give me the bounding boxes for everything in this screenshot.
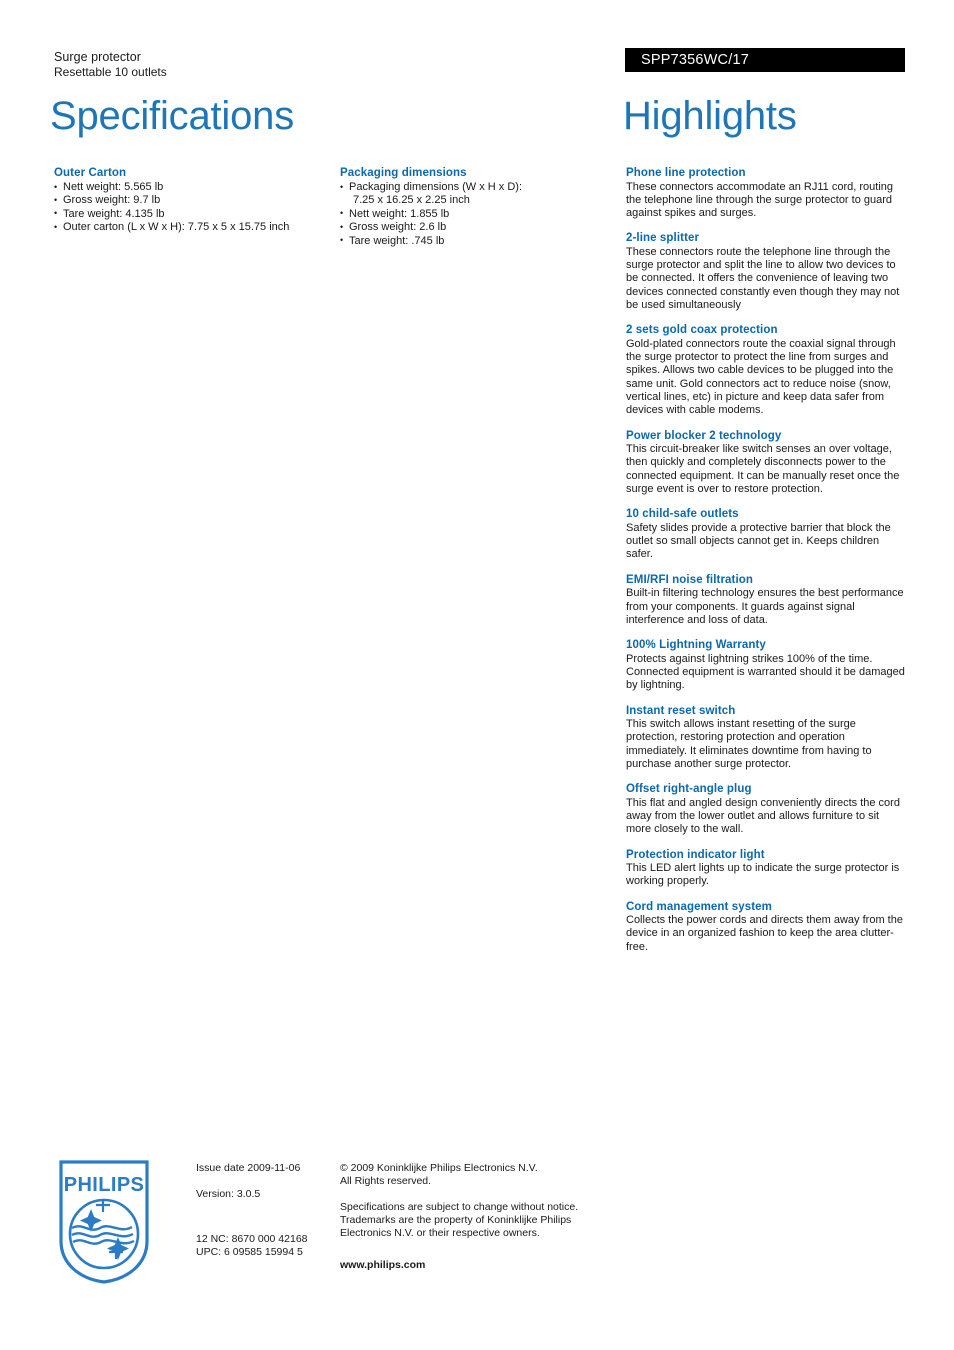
issue-date: Issue date 2009-11-06 xyxy=(196,1162,301,1174)
list-item: Tare weight: 4.135 lb xyxy=(54,207,324,221)
highlight-heading: EMI/RFI noise filtration xyxy=(626,573,753,586)
list-item: Gross weight: 9.7 lb xyxy=(54,194,324,208)
copyright-line-2: All Rights reserved. xyxy=(340,1175,432,1187)
highlight-2-line-splitter: 2-line splitter These connectors route t… xyxy=(626,231,906,312)
product-code-bar: SPP7356WC/17 xyxy=(625,48,905,72)
list-item: Packaging dimensions (W x H x D): 7.25 x… xyxy=(340,181,610,208)
highlight-body: These connectors accommodate an RJ11 cor… xyxy=(626,180,893,220)
highlight-protection-indicator-light: Protection indicator light This LED aler… xyxy=(626,848,906,889)
list-item: Nett weight: 1.855 lb xyxy=(340,207,610,221)
copyright-line-1: © 2009 Koninklijke Philips Electronics N… xyxy=(340,1162,538,1174)
highlight-2-sets-gold-coax-protection: 2 sets gold coax protection Gold-plated … xyxy=(626,323,906,417)
disclaimer-line-2: Trademarks are the property of Koninklij… xyxy=(340,1214,572,1226)
product-name: Surge protector xyxy=(54,50,141,64)
philips-logo: PHILIPS xyxy=(58,1159,150,1285)
list-item: Nett weight: 5.565 lb xyxy=(54,180,324,194)
list-item: Tare weight: .745 lb xyxy=(340,234,610,248)
product-code-label: SPP7356WC/17 xyxy=(641,52,749,68)
upc-code: UPC: 6 09585 15994 5 xyxy=(196,1246,303,1258)
highlight-phone-line-protection: Phone line protection These connectors a… xyxy=(626,166,906,220)
disclaimer-line-3: Electronics N.V. or their respective own… xyxy=(340,1227,540,1239)
highlight-body: Gold-plated connectors route the coaxial… xyxy=(626,337,896,417)
highlight-emi-rfi-noise-filtration: EMI/RFI noise filtration Built-in filter… xyxy=(626,573,906,627)
highlights-column: Phone line protection These connectors a… xyxy=(626,166,906,965)
highlight-body: This LED alert lights up to indicate the… xyxy=(626,862,900,888)
highlight-heading: Phone line protection xyxy=(626,167,746,179)
highlight-heading: Offset right-angle plug xyxy=(626,783,752,796)
highlight-cord-management-system: Cord management system Collects the powe… xyxy=(626,900,906,954)
spec-list: Packaging dimensions (W x H x D): 7.25 x… xyxy=(340,181,610,248)
philips-shield-icon: PHILIPS xyxy=(59,1160,149,1284)
highlight-body: This switch allows instant resetting of … xyxy=(626,718,872,770)
highlight-offset-right-angle-plug: Offset right-angle plug This flat and an… xyxy=(626,782,906,836)
spec-list: Nett weight: 5.565 lb Gross weight: 9.7 … xyxy=(54,180,324,235)
highlight-body: Built-in filtering technology ensures th… xyxy=(626,587,904,626)
spec-heading: Packaging dimensions xyxy=(340,167,467,179)
version: Version: 3.0.5 xyxy=(196,1188,261,1200)
highlight-heading: 2 sets gold coax protection xyxy=(626,324,778,337)
page-title-highlights: Highlights xyxy=(623,94,797,138)
specifications-column-1: Outer Carton Nett weight: 5.565 lb Gross… xyxy=(54,166,324,235)
highlight-instant-reset-switch: Instant reset switch This switch allows … xyxy=(626,704,906,772)
nc-code: 12 NC: 8670 000 42168 xyxy=(196,1233,308,1245)
page-title-specifications: Specifications xyxy=(50,94,294,138)
highlight-power-blocker-2-technology: Power blocker 2 technology This circuit-… xyxy=(626,429,906,497)
highlight-body: Protects against lightning strikes 100% … xyxy=(626,652,905,692)
highlight-heading: Cord management system xyxy=(626,900,772,913)
highlight-body: Safety slides provide a protective barri… xyxy=(626,521,891,561)
highlight-10-child-safe-outlets: 10 child-safe outlets Safety slides prov… xyxy=(626,507,906,561)
spec-block-packaging-dimensions: Packaging dimensions Packaging dimension… xyxy=(340,166,610,248)
document-page: Surge protector Resettable 10 outlets SP… xyxy=(0,0,954,1350)
highlight-heading: Power blocker 2 technology xyxy=(626,429,782,442)
list-item: Outer carton (L x W x H): 7.75 x 5 x 15.… xyxy=(54,221,324,235)
highlight-heading: 10 child-safe outlets xyxy=(626,508,739,521)
highlight-heading: 100% Lightning Warranty xyxy=(626,639,766,652)
highlight-body: This flat and angled design conveniently… xyxy=(626,796,900,836)
footer-left-column: Issue date 2009-11-06 Version: 3.0.5 12 … xyxy=(196,1162,336,1259)
list-item: Gross weight: 2.6 lb xyxy=(340,221,610,235)
highlight-heading: 2-line splitter xyxy=(626,232,700,245)
product-subtitle: Resettable 10 outlets xyxy=(54,65,167,79)
highlight-body: Collects the power cords and directs the… xyxy=(626,914,903,953)
spec-heading: Outer Carton xyxy=(54,167,127,179)
highlight-body: This circuit-breaker like switch senses … xyxy=(626,443,900,496)
footer-right-column: © 2009 Koninklijke Philips Electronics N… xyxy=(340,1162,610,1272)
specifications-column-2: Packaging dimensions Packaging dimension… xyxy=(340,166,610,248)
highlight-body: These connectors route the telephone lin… xyxy=(626,245,900,312)
svg-text:PHILIPS: PHILIPS xyxy=(64,1174,145,1196)
spec-block-outer-carton: Outer Carton Nett weight: 5.565 lb Gross… xyxy=(54,166,324,235)
highlight-100-percent-lightning-warranty: 100% Lightning Warranty Protects against… xyxy=(626,638,906,692)
list-item-continuation: 7.25 x 16.25 x 2.25 inch xyxy=(353,194,470,207)
highlight-heading: Protection indicator light xyxy=(626,848,765,861)
highlight-heading: Instant reset switch xyxy=(626,704,736,717)
website-link[interactable]: www.philips.com xyxy=(340,1259,610,1272)
list-item-text: Packaging dimensions (W x H x D): xyxy=(349,181,522,193)
disclaimer-line-1: Specifications are subject to change wit… xyxy=(340,1201,579,1213)
